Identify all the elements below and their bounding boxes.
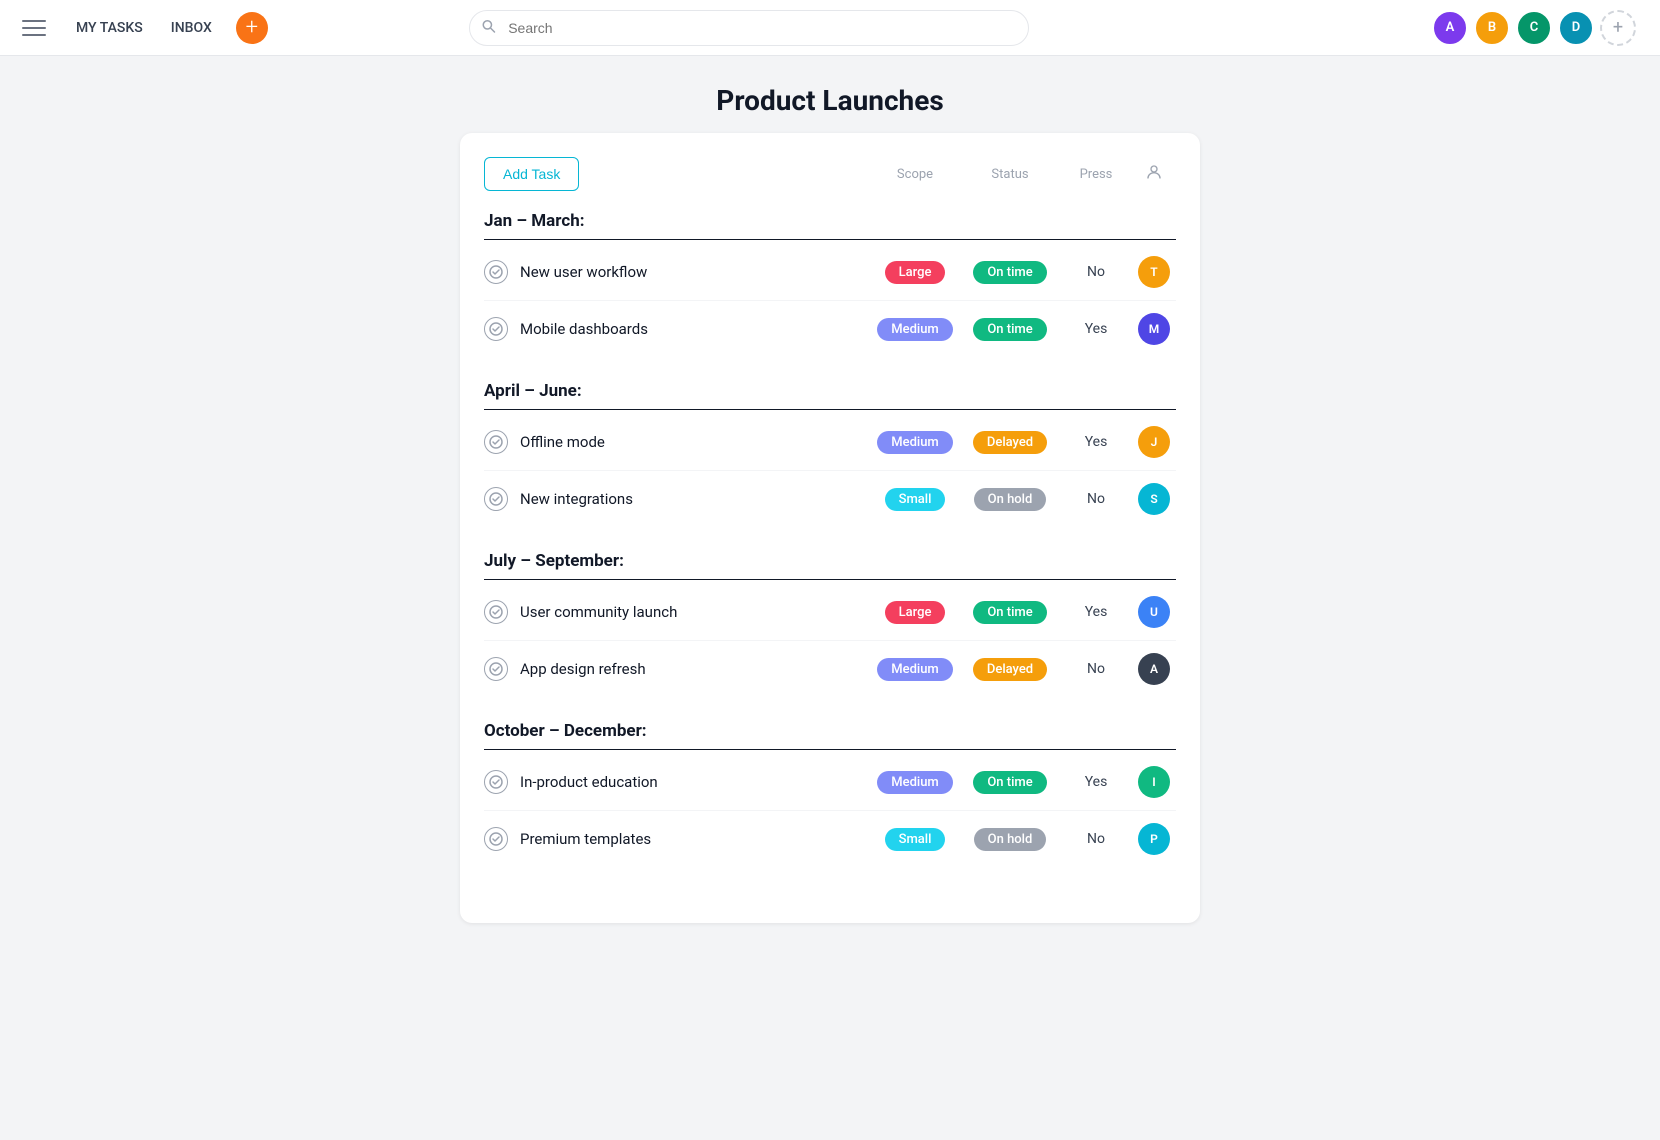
add-button[interactable]: + — [236, 12, 268, 44]
table-row: Mobile dashboards Medium On time Yes M — [484, 301, 1176, 357]
scope-badge: Small — [885, 828, 946, 851]
scope-badge: Medium — [877, 658, 953, 681]
topbar-avatars: A B C D + — [1432, 10, 1644, 46]
task-checkbox[interactable] — [484, 770, 508, 794]
task-name: App design refresh — [520, 660, 870, 678]
avatar[interactable]: A — [1138, 653, 1170, 685]
avatar[interactable]: J — [1138, 426, 1170, 458]
task-checkbox[interactable] — [484, 600, 508, 624]
section-title-2: July – September: — [484, 551, 1176, 580]
scope-badge: Medium — [877, 318, 953, 341]
avatar[interactable]: T — [1138, 256, 1170, 288]
task-columns: Medium On time Yes M — [870, 313, 1176, 345]
table-row: New user workflow Large On time No T — [484, 244, 1176, 301]
task-toolbar: Add Task Scope Status Press — [484, 157, 1176, 191]
status-badge: On hold — [974, 488, 1047, 511]
search-container — [469, 10, 1029, 46]
user-header — [1132, 163, 1176, 185]
press-value: No — [1060, 264, 1132, 280]
task-columns: Medium Delayed Yes J — [870, 426, 1176, 458]
press-header: Press — [1060, 167, 1132, 182]
sections-container: Jan – March: New user workflow Large On … — [484, 211, 1176, 867]
avatar[interactable]: I — [1138, 766, 1170, 798]
task-name: User community launch — [520, 603, 870, 621]
task-name: Offline mode — [520, 433, 870, 451]
status-badge: On hold — [974, 828, 1047, 851]
avatar-3[interactable]: C — [1516, 10, 1552, 46]
add-task-button[interactable]: Add Task — [484, 157, 579, 191]
section-3: October – December: In-product education… — [484, 721, 1176, 867]
task-name: New integrations — [520, 490, 870, 508]
add-member-button[interactable]: + — [1600, 10, 1636, 46]
task-name: In-product education — [520, 773, 870, 791]
scope-badge: Large — [885, 601, 946, 624]
task-name: New user workflow — [520, 263, 870, 281]
scope-badge: Medium — [877, 431, 953, 454]
press-value: Yes — [1060, 321, 1132, 337]
task-name: Mobile dashboards — [520, 320, 870, 338]
status-badge: On time — [973, 261, 1046, 284]
search-input[interactable] — [469, 10, 1029, 46]
avatar[interactable]: U — [1138, 596, 1170, 628]
search-icon — [481, 18, 496, 37]
main-content: Add Task Scope Status Press Jan – March: — [0, 133, 1660, 963]
page-header: Product Launches — [0, 56, 1660, 133]
task-columns: Small On hold No P — [870, 823, 1176, 855]
task-checkbox[interactable] — [484, 430, 508, 454]
section-title-0: Jan – March: — [484, 211, 1176, 240]
task-checkbox[interactable] — [484, 827, 508, 851]
press-value: Yes — [1060, 434, 1132, 450]
task-checkbox[interactable] — [484, 317, 508, 341]
table-row: Premium templates Small On hold No P — [484, 811, 1176, 867]
scope-header: Scope — [870, 167, 960, 182]
task-columns: Medium On time Yes I — [870, 766, 1176, 798]
task-name: Premium templates — [520, 830, 870, 848]
section-1: April – June: Offline mode Medium Delaye… — [484, 381, 1176, 527]
topbar: MY TASKS INBOX + A B C D + — [0, 0, 1660, 56]
column-headers: Scope Status Press — [870, 163, 1176, 185]
avatar-4[interactable]: D — [1558, 10, 1594, 46]
press-value: No — [1060, 661, 1132, 677]
status-badge: Delayed — [973, 658, 1047, 681]
status-badge: On time — [973, 771, 1046, 794]
table-row: New integrations Small On hold No S — [484, 471, 1176, 527]
task-columns: Small On hold No S — [870, 483, 1176, 515]
avatar[interactable]: S — [1138, 483, 1170, 515]
scope-badge: Medium — [877, 771, 953, 794]
menu-icon[interactable] — [16, 10, 52, 46]
task-columns: Large On time Yes U — [870, 596, 1176, 628]
section-title-1: April – June: — [484, 381, 1176, 410]
table-row: App design refresh Medium Delayed No A — [484, 641, 1176, 697]
status-badge: On time — [973, 601, 1046, 624]
status-badge: On time — [973, 318, 1046, 341]
table-row: User community launch Large On time Yes … — [484, 584, 1176, 641]
table-row: In-product education Medium On time Yes … — [484, 754, 1176, 811]
task-columns: Large On time No T — [870, 256, 1176, 288]
status-header: Status — [960, 167, 1060, 182]
scope-badge: Small — [885, 488, 946, 511]
press-value: Yes — [1060, 774, 1132, 790]
avatar-2[interactable]: B — [1474, 10, 1510, 46]
scope-badge: Large — [885, 261, 946, 284]
section-0: Jan – March: New user workflow Large On … — [484, 211, 1176, 357]
avatar[interactable]: P — [1138, 823, 1170, 855]
task-checkbox[interactable] — [484, 260, 508, 284]
task-checkbox[interactable] — [484, 657, 508, 681]
press-value: No — [1060, 831, 1132, 847]
table-row: Offline mode Medium Delayed Yes J — [484, 414, 1176, 471]
avatar[interactable]: M — [1138, 313, 1170, 345]
status-badge: Delayed — [973, 431, 1047, 454]
my-tasks-nav[interactable]: MY TASKS — [64, 14, 155, 42]
press-value: No — [1060, 491, 1132, 507]
press-value: Yes — [1060, 604, 1132, 620]
section-title-3: October – December: — [484, 721, 1176, 750]
task-panel: Add Task Scope Status Press Jan – March: — [460, 133, 1200, 923]
topbar-nav: MY TASKS INBOX + — [64, 12, 268, 44]
task-columns: Medium Delayed No A — [870, 653, 1176, 685]
page-title: Product Launches — [716, 84, 943, 117]
inbox-nav[interactable]: INBOX — [159, 14, 224, 42]
avatar-1[interactable]: A — [1432, 10, 1468, 46]
task-checkbox[interactable] — [484, 487, 508, 511]
section-2: July – September: User community launch … — [484, 551, 1176, 697]
